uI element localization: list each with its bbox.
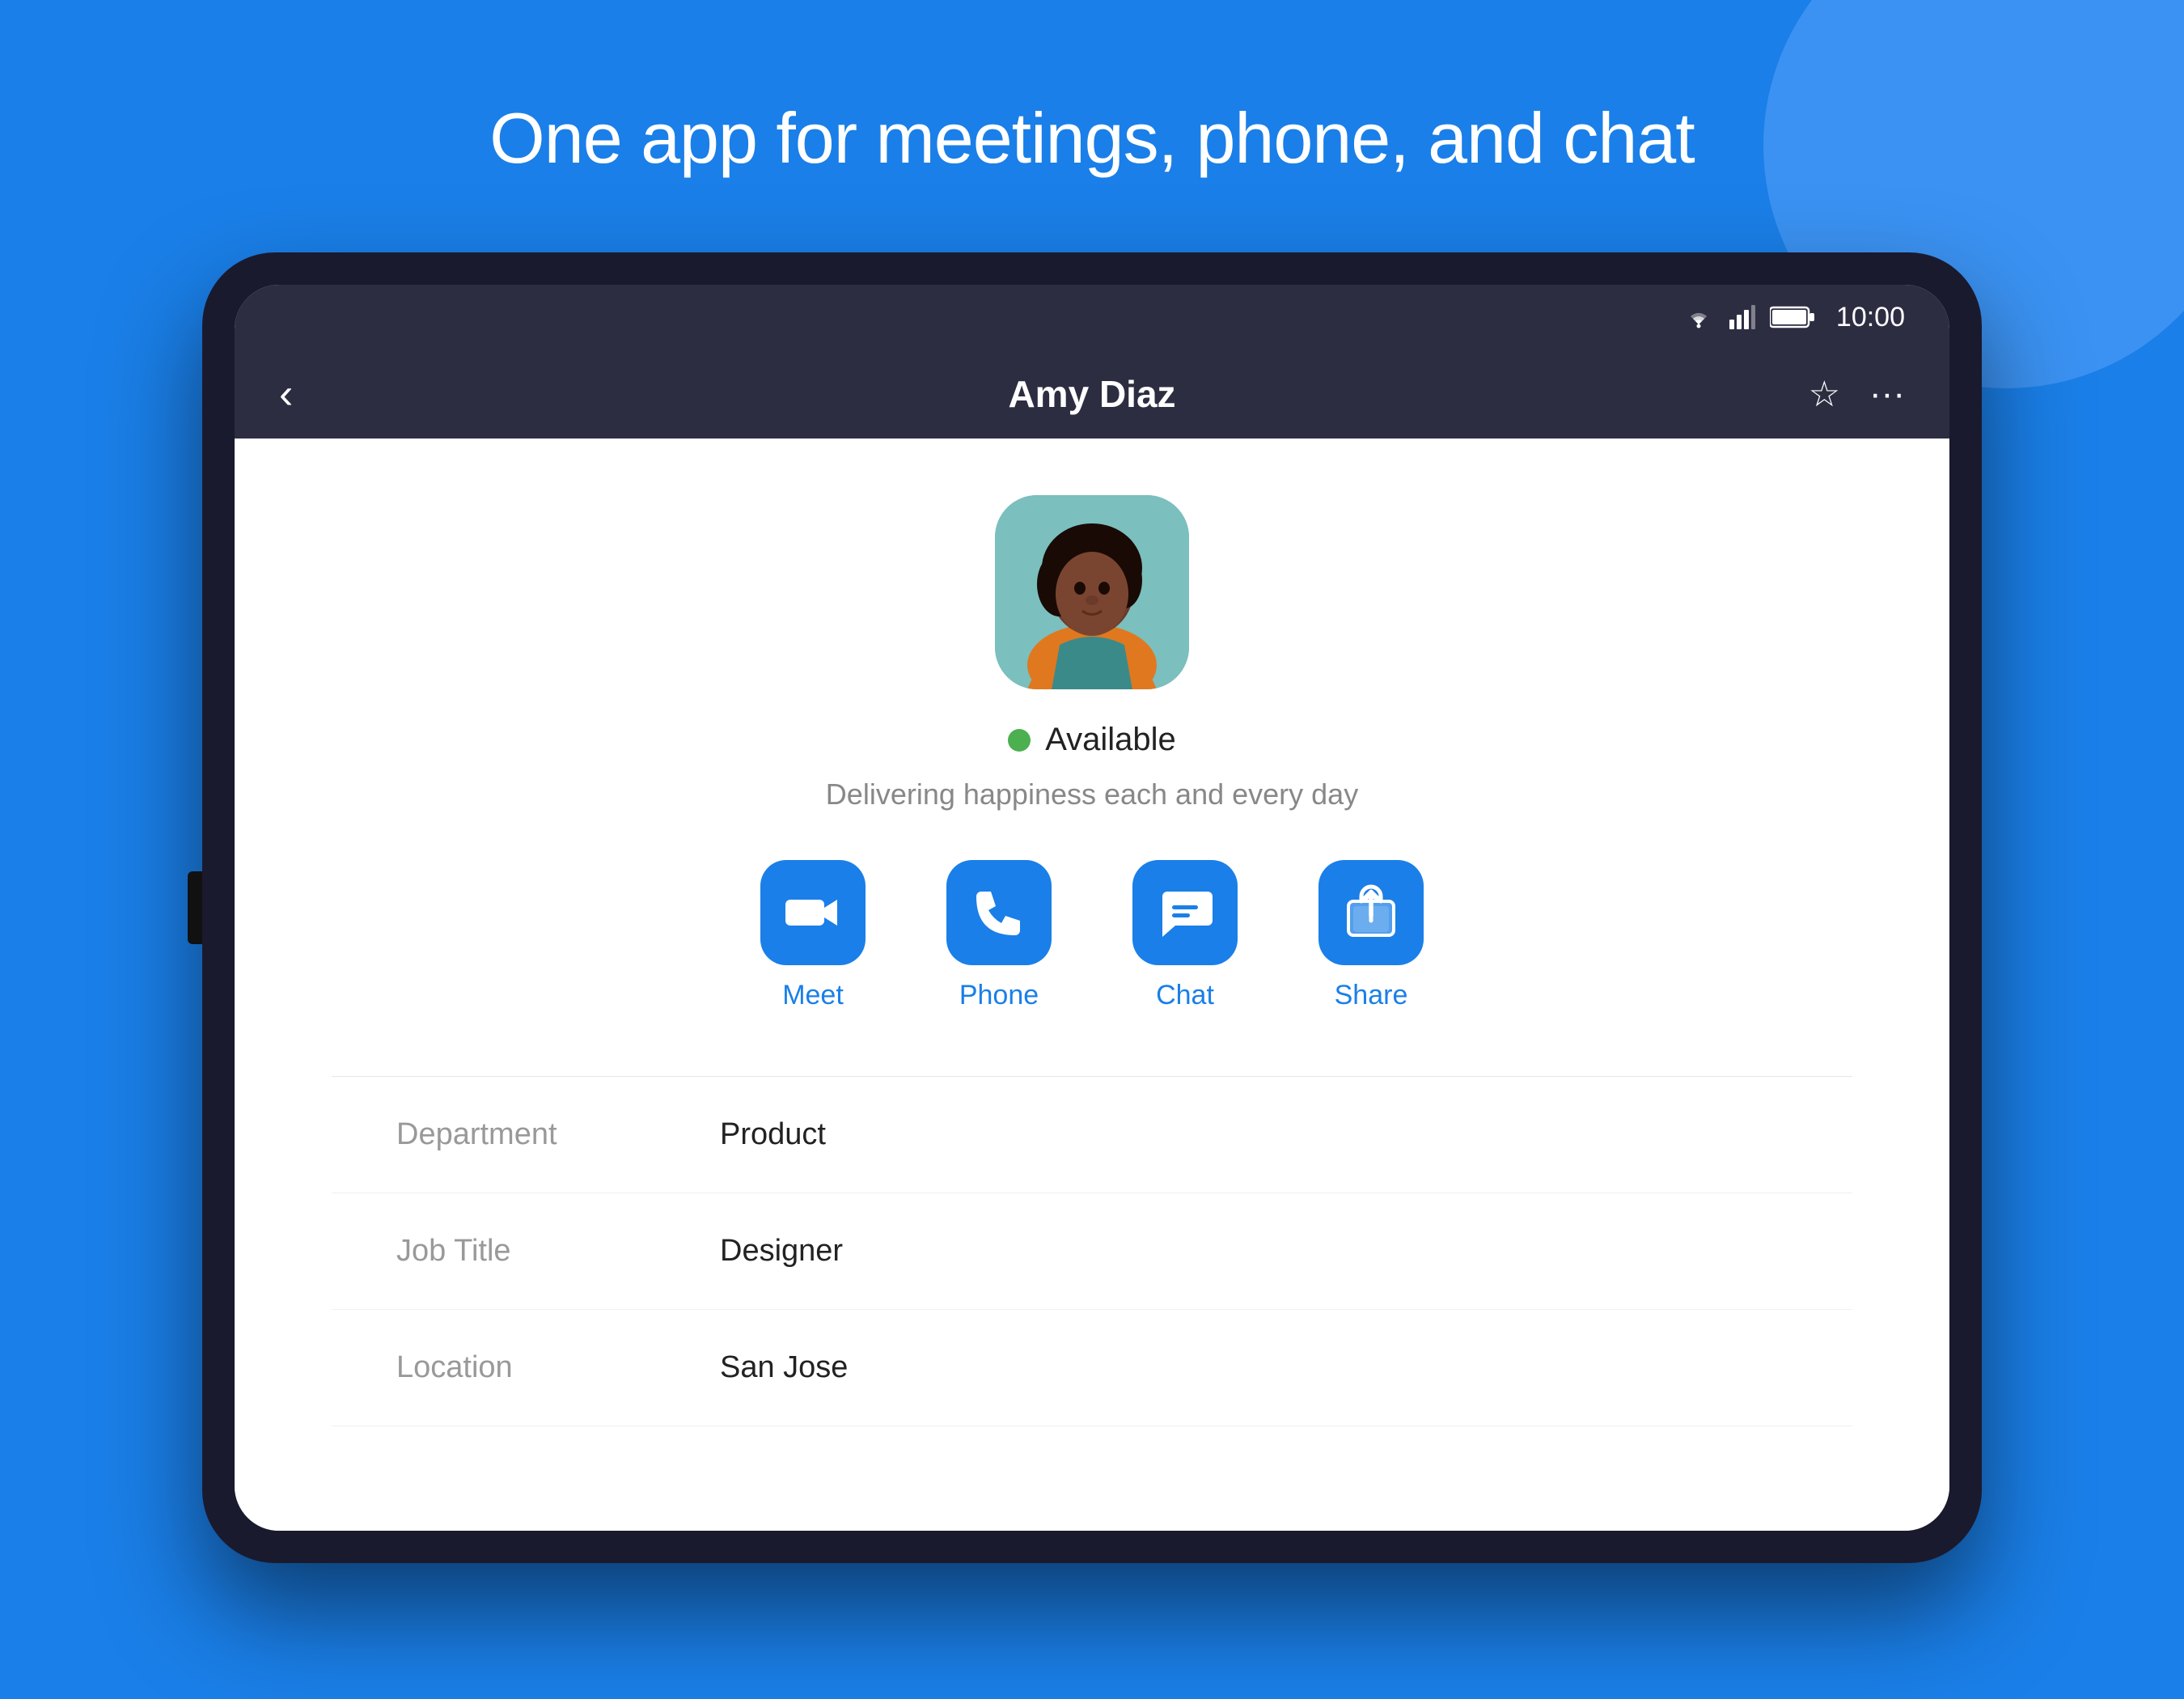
page-headline: One app for meetings, phone, and chat xyxy=(489,97,1694,180)
wifi-icon xyxy=(1682,305,1715,329)
job-title-row: Job Title Designer xyxy=(332,1193,1852,1310)
share-btn-icon-container xyxy=(1318,860,1424,965)
info-section: Department Product Job Title Designer Lo… xyxy=(332,1076,1852,1426)
avatar xyxy=(995,495,1189,689)
video-icon xyxy=(784,883,842,942)
share-button[interactable]: Share xyxy=(1318,860,1424,1011)
department-value: Product xyxy=(720,1117,826,1152)
department-label: Department xyxy=(396,1117,720,1152)
nav-title: Amy Diaz xyxy=(1008,372,1175,416)
meet-btn-icon-container xyxy=(760,860,866,965)
department-row: Department Product xyxy=(332,1077,1852,1193)
meet-label: Meet xyxy=(782,980,844,1011)
status-time: 10:00 xyxy=(1836,302,1905,333)
avatar-image xyxy=(995,495,1189,689)
location-value: San Jose xyxy=(720,1350,848,1385)
location-label: Location xyxy=(396,1350,720,1385)
chat-button[interactable]: Chat xyxy=(1132,860,1238,1011)
tablet-side-button xyxy=(188,871,202,944)
tablet-device: 10:00 ‹ Amy Diaz ☆ ··· xyxy=(202,252,1982,1563)
availability-dot xyxy=(1008,729,1031,752)
chat-label: Chat xyxy=(1156,980,1214,1011)
profile-content: Available Delivering happiness each and … xyxy=(235,439,1949,1531)
meet-button[interactable]: Meet xyxy=(760,860,866,1011)
job-title-label: Job Title xyxy=(396,1234,720,1269)
action-buttons: Meet Phone xyxy=(760,860,1424,1011)
chat-btn-icon-container xyxy=(1132,860,1238,965)
battery-icon xyxy=(1770,306,1815,328)
status-row: Available xyxy=(1008,722,1176,758)
favorite-button[interactable]: ☆ xyxy=(1809,374,1840,415)
share-label: Share xyxy=(1335,980,1408,1011)
availability-text: Available xyxy=(1045,722,1176,758)
job-title-value: Designer xyxy=(720,1234,843,1269)
signal-icon xyxy=(1729,305,1755,329)
chat-icon xyxy=(1156,883,1214,942)
back-button[interactable]: ‹ xyxy=(279,370,293,418)
location-row: Location San Jose xyxy=(332,1310,1852,1426)
status-icons: 10:00 xyxy=(1682,302,1905,333)
phone-icon xyxy=(970,883,1028,942)
phone-btn-icon-container xyxy=(946,860,1052,965)
status-message: Delivering happiness each and every day xyxy=(826,777,1358,811)
phone-label: Phone xyxy=(959,980,1039,1011)
share-icon xyxy=(1342,883,1400,942)
nav-bar: ‹ Amy Diaz ☆ ··· xyxy=(235,350,1949,439)
phone-button[interactable]: Phone xyxy=(946,860,1052,1011)
nav-actions: ☆ ··· xyxy=(1809,374,1905,415)
tablet-screen: 10:00 ‹ Amy Diaz ☆ ··· xyxy=(235,285,1949,1531)
more-options-button[interactable]: ··· xyxy=(1869,374,1905,414)
status-bar: 10:00 xyxy=(235,285,1949,350)
